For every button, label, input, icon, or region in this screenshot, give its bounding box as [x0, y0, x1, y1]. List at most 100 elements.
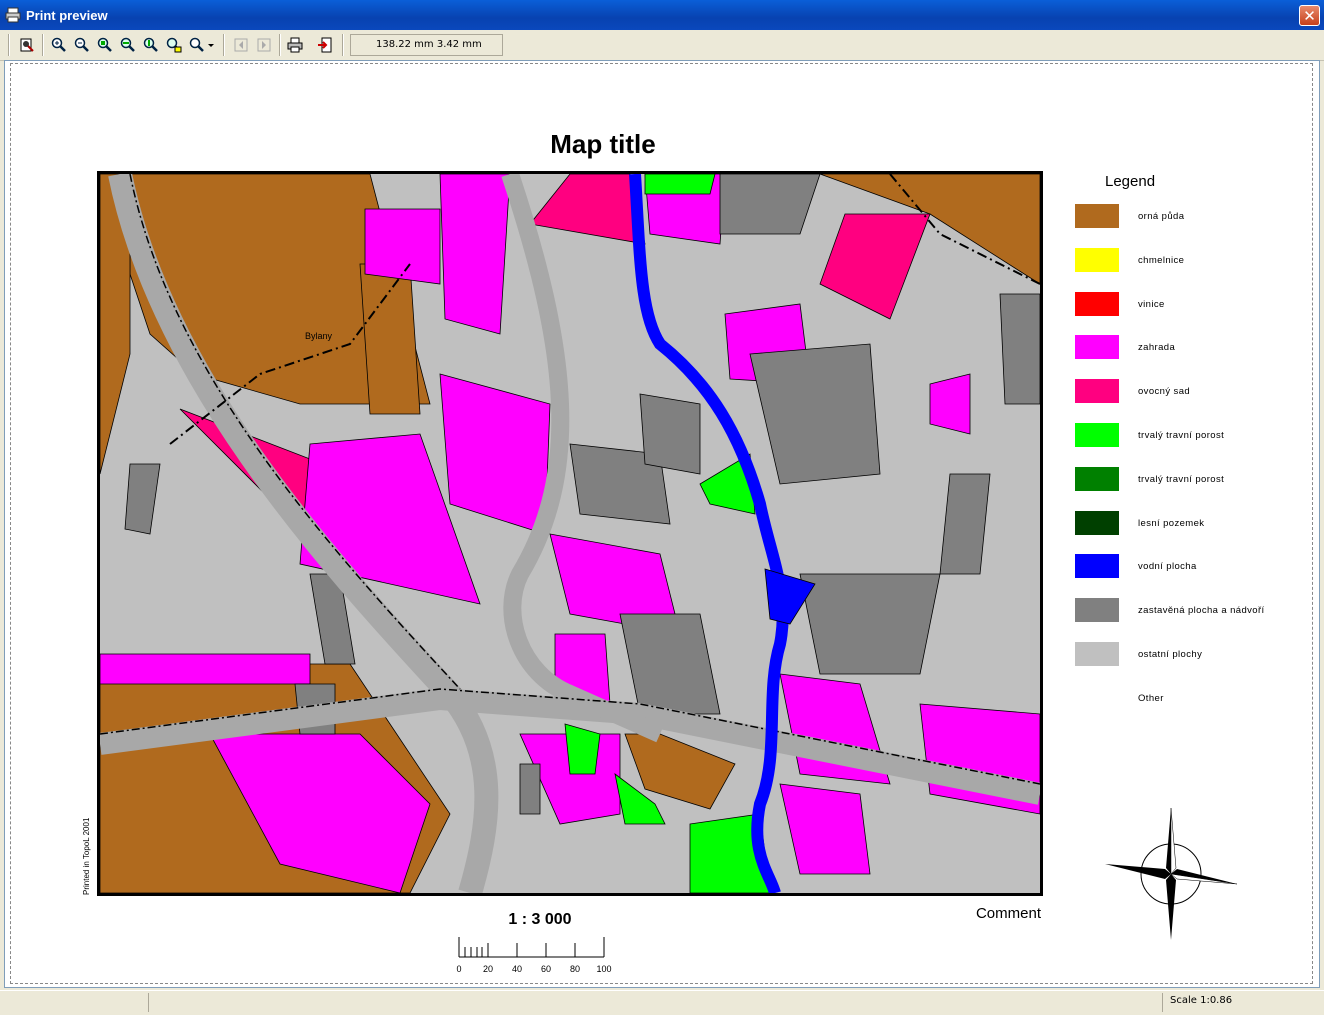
zoom-page-button[interactable] [140, 34, 162, 56]
zoom-in-icon [51, 37, 66, 52]
built-up-area [639, 393, 701, 475]
scale-label: 1 : 3 000 [508, 911, 572, 928]
built-up-area [799, 573, 941, 675]
legend-swatch [1075, 510, 1119, 535]
print-button[interactable] [284, 34, 306, 56]
legend-item: trvalý travní porost [1075, 466, 1275, 497]
zoom-width-button[interactable] [117, 34, 139, 56]
scalebar-tick: 20 [483, 964, 493, 974]
zoom-page-icon [143, 37, 158, 52]
place-label: Bylany [305, 331, 333, 341]
legend-swatch [1075, 642, 1119, 666]
title-bar: Print preview ✕ [0, 0, 1324, 30]
legend-swatch [1075, 598, 1119, 623]
zoom-dropdown-button[interactable] [186, 34, 218, 56]
status-panel-divider [1162, 993, 1163, 1012]
garden-area [439, 174, 511, 335]
page-setup-button[interactable] [16, 34, 38, 56]
zoom-in-button[interactable] [48, 34, 70, 56]
status-panel-divider [148, 993, 149, 1012]
legend-item: Other [1075, 686, 1275, 716]
close-button[interactable]: ✕ [1299, 5, 1320, 26]
zoom-width-icon [120, 37, 135, 52]
legend-swatch [1075, 247, 1119, 272]
north-arrow-icon [1105, 808, 1237, 940]
toolbar-separator [42, 34, 44, 56]
legend-item: vinice [1075, 291, 1275, 322]
built-up-area [519, 763, 541, 815]
legend-swatch [1075, 379, 1119, 404]
scalebar-tick: 40 [512, 964, 522, 974]
legend-label: zastavěná plocha a nádvoří [1138, 605, 1265, 617]
cadastral-map: Bylany [100, 174, 1040, 893]
printed-in-label: Printed in TopoL 2001 [82, 817, 91, 895]
next-page-icon [257, 38, 271, 52]
legend-label: chmelnice [1138, 254, 1185, 266]
toolbar-separator [279, 34, 281, 56]
legend-item: zahrada [1075, 335, 1275, 365]
legend-label: trvalý travní porost [1138, 473, 1225, 485]
legend-label: ovocný sad [1138, 386, 1191, 398]
garden-area [100, 653, 311, 685]
zoom-scale: Scale 1:0.86 [1170, 995, 1233, 1006]
grassland-area [644, 174, 716, 195]
zoom-dropdown-icon [189, 37, 214, 52]
legend-label: lesní pozemek [1138, 517, 1205, 529]
legend-item: zastavěná plocha a nádvoří [1075, 598, 1275, 628]
exit-icon [318, 37, 332, 53]
exit-button[interactable] [314, 34, 336, 56]
next-page-button[interactable] [253, 34, 275, 56]
legend-swatch [1075, 686, 1119, 710]
scalebar-tick: 60 [541, 964, 551, 974]
prev-page-icon [234, 38, 248, 52]
legend-label: orná půda [1138, 211, 1185, 222]
zoom-whole-icon [166, 37, 182, 53]
garden-area [364, 208, 441, 285]
page-setup-icon [20, 38, 34, 52]
toolbar-grip [8, 34, 10, 56]
garden-area [929, 373, 971, 435]
legend-label: vinice [1138, 298, 1165, 310]
toolbar-separator [342, 34, 344, 56]
printer-icon [287, 37, 303, 53]
legend-title: Legend [1105, 173, 1156, 190]
built-up-area [999, 293, 1040, 405]
legend-item: chmelnice [1075, 247, 1275, 278]
legend-swatch [1075, 466, 1119, 491]
legend-swatch [1075, 204, 1119, 228]
scalebar-tick: 100 [596, 964, 611, 974]
map-title: Map title [550, 129, 656, 159]
cursor-coordinates: 138.22 mm 3.42 mm [350, 34, 503, 56]
status-bar: Scale 1:0.86 [0, 990, 1324, 1015]
toolbar-separator [223, 34, 225, 56]
legend-item: orná půda [1075, 204, 1275, 234]
toolbar: 138.22 mm 3.42 mm [0, 30, 1324, 61]
legend-item: ostatní plochy [1075, 642, 1275, 672]
zoom-out-button[interactable] [71, 34, 93, 56]
legend-item: trvalý travní porost [1075, 423, 1275, 453]
prev-page-button[interactable] [230, 34, 252, 56]
legend-swatch [1075, 291, 1119, 316]
legend-swatch [1075, 423, 1119, 447]
legend-label: vodní plocha [1138, 561, 1197, 573]
legend-label: Other [1138, 692, 1164, 704]
arable-land-area [359, 263, 421, 415]
zoom-fit-button[interactable] [94, 34, 116, 56]
legend-item: ovocný sad [1075, 379, 1275, 409]
zoom-fit-icon [97, 37, 112, 52]
print-preview-icon [5, 7, 21, 23]
scalebar: 0 20 40 60 80 100 [456, 937, 612, 974]
map-frame[interactable]: Bylany [97, 171, 1043, 896]
scalebar-tick: 80 [570, 964, 580, 974]
zoom-whole-button[interactable] [163, 34, 185, 56]
legend-swatch [1075, 554, 1119, 579]
window-title: Print preview [26, 8, 108, 23]
scalebar-tick: 0 [456, 964, 461, 974]
legend-label: zahrada [1138, 342, 1176, 354]
legend-label: trvalý travní porost [1138, 430, 1225, 441]
legend-label: ostatní plochy [1138, 649, 1203, 660]
zoom-out-icon [74, 37, 89, 52]
legend-item: vodní plocha [1075, 554, 1275, 584]
comment-label: Comment [975, 905, 1041, 922]
legend-item: lesní pozemek [1075, 510, 1275, 541]
